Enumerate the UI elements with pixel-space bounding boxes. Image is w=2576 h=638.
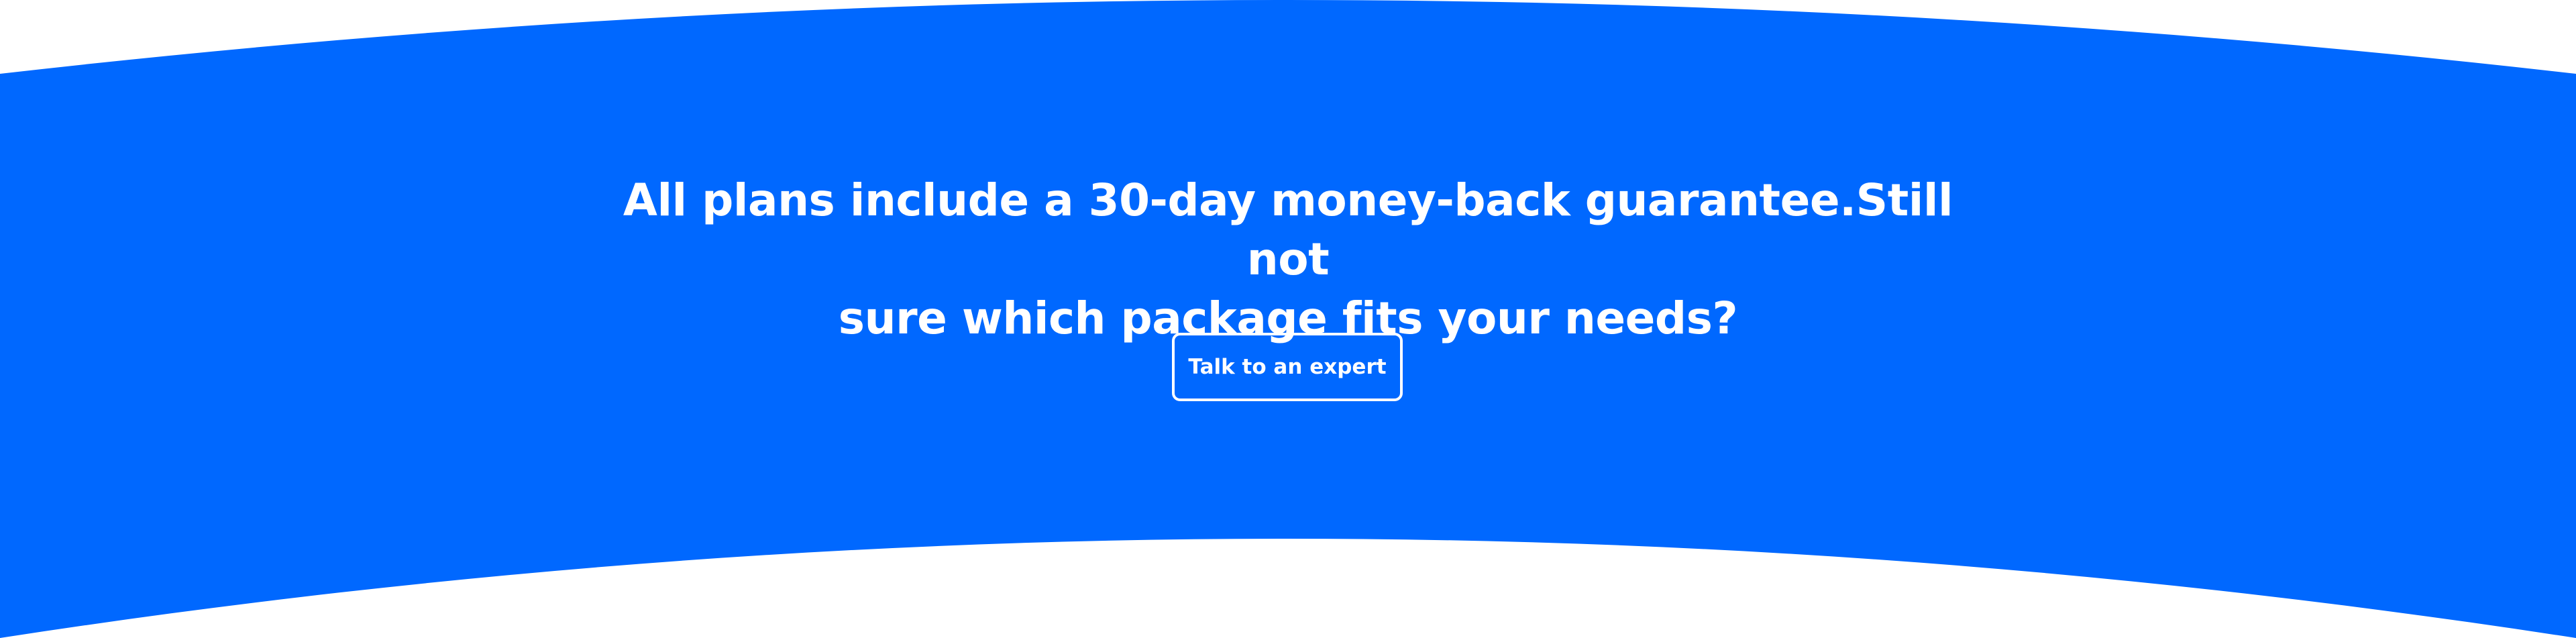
cta-section: All plans include a 30-day money-back gu… — [0, 0, 2576, 638]
cta-content: All plans include a 30-day money-back gu… — [0, 0, 2576, 638]
talk-to-expert-button[interactable]: Talk to an expert — [1172, 333, 1403, 401]
headline-line-1: All plans include a 30-day money-back gu… — [623, 174, 1953, 285]
guarantee-headline: All plans include a 30-day money-back gu… — [617, 171, 1959, 348]
